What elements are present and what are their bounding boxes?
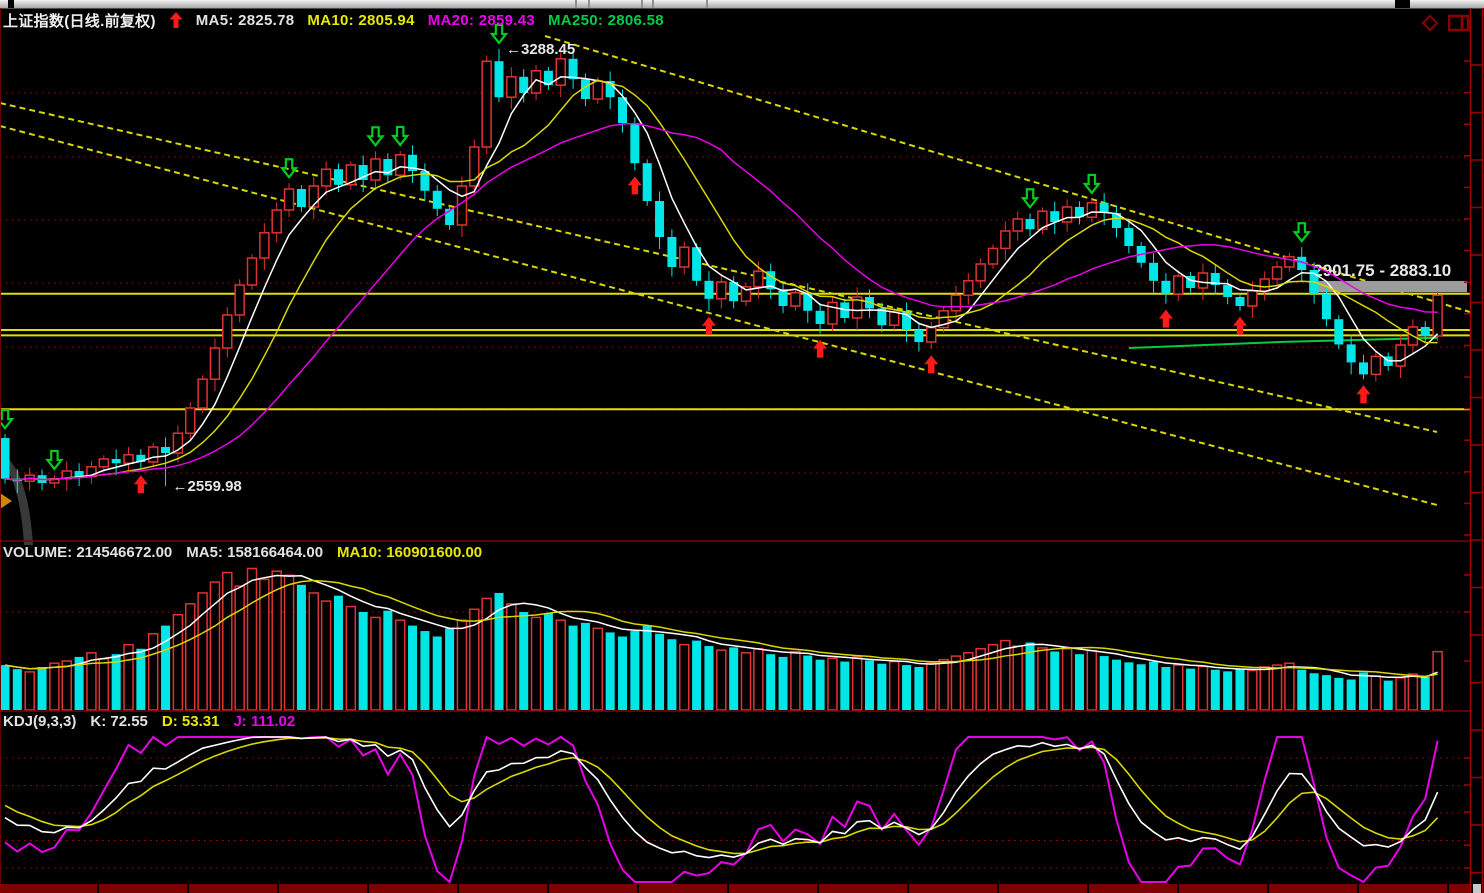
sell-signal-arrow bbox=[1295, 223, 1309, 241]
volume-bars bbox=[1, 568, 1443, 710]
price-annotation: ←3288.45 bbox=[506, 41, 575, 58]
kdj-d-value: D: 53.31 bbox=[162, 713, 220, 730]
chart-canvas[interactable]: 2901.75 - 2883.10 ←3288.45 ←2559.98 bbox=[0, 0, 1484, 893]
volume-ma5-value: MA5: 158166464.00 bbox=[186, 544, 323, 561]
trendlines bbox=[0, 36, 1470, 505]
buy-signal-arrow bbox=[134, 475, 148, 493]
kdj-d-line bbox=[5, 738, 1438, 854]
ma20-value: MA20: 2859.43 bbox=[428, 12, 535, 29]
volume-pane-header: VOLUME: 214546672.00 MA5: 158166464.00 M… bbox=[3, 543, 482, 561]
trading-app-window: 上证指数(日线.前复权) MA5: 2825.78 MA10: 2805.94 … bbox=[0, 0, 1484, 893]
up-arrow-icon bbox=[169, 12, 183, 28]
sell-signal-arrow bbox=[1085, 175, 1099, 193]
volume-value: VOLUME: 214546672.00 bbox=[3, 544, 172, 561]
buy-signal-arrow bbox=[628, 176, 642, 194]
buy-signal-arrow bbox=[924, 355, 938, 373]
diamond-icon[interactable] bbox=[1420, 13, 1440, 33]
sell-signal-arrow bbox=[282, 159, 296, 177]
buy-signal-arrow bbox=[1357, 385, 1371, 403]
gap-zone-label: 2901.75 - 2883.10 bbox=[1313, 261, 1451, 280]
volume-ma10-value: MA10: 160901600.00 bbox=[337, 544, 482, 561]
ma10-value: MA10: 2805.94 bbox=[307, 12, 414, 29]
price-annotation: ←2559.98 bbox=[173, 478, 242, 495]
ma5-value: MA5: 2825.78 bbox=[196, 12, 295, 29]
buy-signal-arrow bbox=[1159, 310, 1173, 328]
sell-signal-arrow bbox=[1023, 189, 1037, 207]
buy-signal-arrow bbox=[702, 317, 716, 335]
buy-signal-arrow bbox=[813, 340, 827, 358]
date-axis-strip bbox=[0, 884, 1470, 893]
price-pane-header: 上证指数(日线.前复权) MA5: 2825.78 MA10: 2805.94 … bbox=[3, 11, 664, 29]
buy-signal-arrow bbox=[1233, 317, 1247, 335]
kdj-k-value: K: 72.55 bbox=[90, 713, 148, 730]
sell-signal-arrow bbox=[0, 410, 12, 428]
gap-zone: 2901.75 - 2883.10 bbox=[1309, 261, 1467, 292]
date-axis-bar bbox=[0, 884, 1481, 893]
sell-signal-arrow bbox=[393, 127, 407, 145]
instrument-title: 上证指数(日线.前复权) bbox=[3, 10, 156, 31]
kdj-k-line bbox=[5, 737, 1438, 858]
sell-signal-arrow bbox=[47, 451, 61, 469]
scroll-corner-thumb bbox=[1473, 884, 1481, 893]
kdj-pane-header: KDJ(9,3,3) K: 72.55 D: 53.31 J: 111.02 bbox=[3, 712, 295, 730]
kdj-j-line bbox=[5, 737, 1438, 882]
frame-lines bbox=[0, 8, 1483, 893]
sell-signal-arrow bbox=[369, 127, 383, 145]
kdj-name: KDJ(9,3,3) bbox=[3, 713, 76, 730]
pane-control-icons bbox=[1420, 13, 1470, 33]
tile-windows-icon[interactable] bbox=[1448, 14, 1470, 32]
ma250-value: MA250: 2806.58 bbox=[548, 12, 664, 29]
kdj-j-value: J: 111.02 bbox=[233, 713, 295, 730]
ma250-line bbox=[1129, 338, 1438, 348]
